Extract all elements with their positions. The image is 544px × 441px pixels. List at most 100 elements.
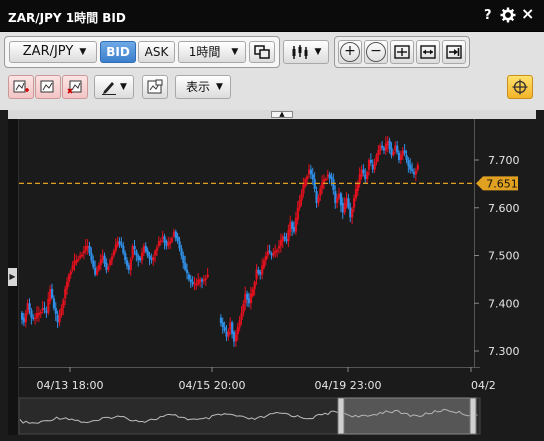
window-title: ZAR/JPY 1時間 BID: [8, 11, 126, 25]
indicator-button[interactable]: [142, 75, 168, 99]
candle-body: [197, 279, 200, 285]
candle-body: [137, 255, 140, 260]
x-tick-label: 04/19 23:00: [315, 379, 382, 392]
candle-body: [264, 255, 268, 261]
candle-body: [204, 278, 207, 280]
help-icon[interactable]: ?: [484, 8, 492, 24]
chart-delete-icon: [67, 80, 82, 94]
zoom-out-button[interactable]: −: [364, 40, 388, 64]
candle-body: [247, 298, 251, 304]
candle-body: [375, 155, 378, 163]
fit-width-button[interactable]: [416, 40, 440, 64]
candle-body: [167, 242, 170, 246]
candle-body: [367, 160, 371, 170]
candle-body: [274, 250, 277, 254]
candle-body: [43, 308, 46, 310]
candle-body: [96, 270, 99, 275]
navigator-right-handle[interactable]: [469, 397, 477, 435]
chevron-down-icon: ▼: [314, 47, 322, 57]
y-tick-label: 7.600: [488, 202, 520, 215]
candle-body: [30, 310, 33, 318]
candle-body: [349, 207, 352, 218]
candle-body: [187, 274, 191, 280]
candle-body: [347, 198, 350, 208]
candle-body: [272, 252, 275, 256]
timeframe-select[interactable]: 1時間 ▼: [178, 41, 246, 63]
candle-body: [289, 222, 292, 232]
ask-button[interactable]: ASK: [138, 41, 175, 63]
candle-body: [105, 262, 108, 270]
candle-body: [56, 315, 59, 323]
link-chart-button[interactable]: [249, 41, 275, 63]
bid-button[interactable]: BID: [100, 41, 136, 63]
current-price-label: 7.651: [486, 177, 518, 190]
scroll-to-latest-button[interactable]: [442, 40, 466, 64]
candle-body: [161, 236, 164, 239]
navigator[interactable]: [18, 397, 481, 435]
candle-body: [343, 203, 346, 213]
chevron-down-icon: ▼: [216, 82, 223, 92]
navigator-left-handle[interactable]: [337, 397, 345, 435]
symbol-select[interactable]: ZAR/JPY ▼: [9, 41, 97, 63]
candle-body: [122, 245, 125, 254]
candle-body: [81, 254, 84, 257]
crosshair-toggle-button[interactable]: [507, 75, 533, 99]
candle-body: [66, 281, 69, 289]
pen-tool-select[interactable]: ▼: [94, 75, 134, 99]
candle-body: [39, 311, 42, 314]
candle-body: [236, 327, 239, 335]
candle-body: [397, 152, 401, 160]
candle-body: [82, 250, 86, 254]
candle-body: [54, 308, 57, 314]
display-menu[interactable]: 表示 ▼: [175, 75, 231, 99]
candle-body: [307, 169, 311, 175]
candle-body: [377, 149, 380, 156]
price-chart[interactable]: ▶ 7.700 7.600 7.500 7.400 7.300 04/13 18:00 0…: [8, 119, 536, 435]
fit-width-icon: [420, 45, 436, 59]
candle-body: [114, 244, 117, 251]
candle-body: [255, 269, 258, 280]
candle-body: [51, 288, 54, 298]
candle-body: [366, 171, 369, 180]
collapse-toolbar-handle[interactable]: ▲: [271, 111, 293, 118]
candle-body: [221, 322, 224, 328]
candle-body: [294, 218, 298, 232]
candle-body: [186, 269, 189, 274]
candle-body: [268, 250, 271, 253]
panel-splitter[interactable]: ▲: [8, 110, 536, 119]
gear-icon[interactable]: [500, 7, 516, 28]
candle-body: [22, 317, 26, 323]
navigator-window[interactable]: [340, 397, 474, 435]
chart-edit-icon: [40, 80, 54, 93]
candle-body: [319, 188, 322, 196]
candle-body: [279, 239, 283, 246]
draw-trend-delete-button[interactable]: [62, 75, 88, 99]
zoom-in-button[interactable]: +: [338, 40, 362, 64]
chart-canvas[interactable]: 7.700 7.600 7.500 7.400 7.300 04/13 18:00 04/…: [8, 119, 536, 435]
candle-body: [223, 327, 226, 331]
candle-body: [172, 231, 176, 237]
candle-body: [131, 245, 134, 258]
candle-body: [373, 162, 376, 170]
candle-body: [142, 245, 146, 254]
crosshair-button[interactable]: [390, 40, 414, 64]
draw-trend-edit-button[interactable]: [35, 75, 61, 99]
draw-trend-add-button[interactable]: [8, 75, 34, 99]
x-tick-label: 04/15 20:00: [179, 379, 246, 392]
chevron-down-icon: ▼: [231, 47, 239, 57]
timeframe-label: 1時間: [188, 45, 221, 59]
y-tick-label: 7.300: [488, 345, 520, 358]
close-icon[interactable]: ×: [521, 6, 534, 22]
chart-type-select[interactable]: ▼: [283, 40, 329, 64]
zoom-out-icon: −: [366, 42, 386, 62]
candle-body: [362, 169, 365, 174]
candle-body: [118, 241, 121, 245]
candle-body: [232, 331, 236, 342]
candle-body: [97, 265, 101, 270]
candle-body: [111, 256, 114, 261]
candle-body: [21, 312, 24, 320]
zoom-in-icon: +: [340, 42, 360, 62]
candle-body: [364, 174, 367, 180]
candle-body: [298, 200, 301, 208]
candle-body: [351, 209, 354, 218]
